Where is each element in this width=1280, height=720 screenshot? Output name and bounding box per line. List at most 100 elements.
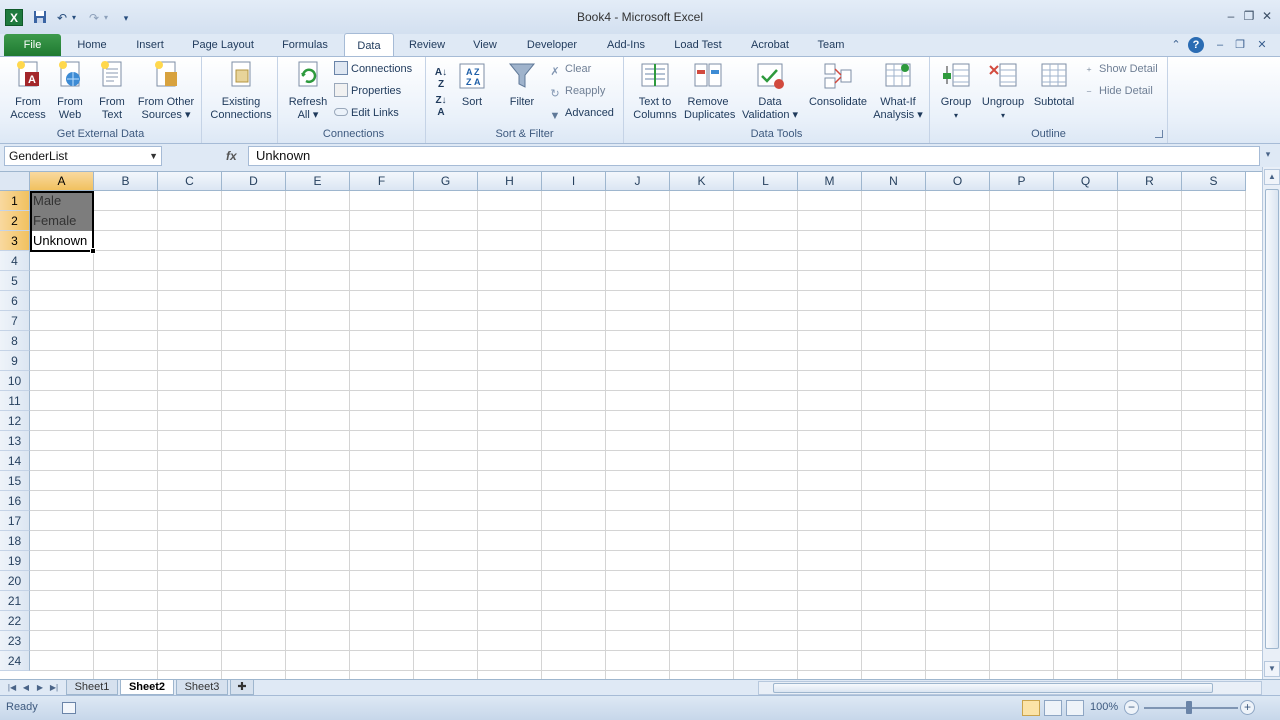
- from-web-button[interactable]: From Web: [50, 60, 90, 122]
- tab-review[interactable]: Review: [402, 34, 452, 56]
- horizontal-scroll-thumb[interactable]: [773, 683, 1213, 693]
- row-header-3[interactable]: 3: [0, 231, 30, 251]
- column-header-p[interactable]: P: [990, 172, 1054, 191]
- column-header-g[interactable]: G: [414, 172, 478, 191]
- group-button[interactable]: Group ▾: [934, 60, 978, 122]
- column-header-d[interactable]: D: [222, 172, 286, 191]
- tab-page-layout[interactable]: Page Layout: [186, 34, 260, 56]
- column-header-b[interactable]: B: [94, 172, 158, 191]
- column-header-i[interactable]: I: [542, 172, 606, 191]
- show-detail-button[interactable]: ⁺ Show Detail: [1082, 60, 1158, 78]
- refresh-all-button[interactable]: Refresh All ▾: [284, 60, 332, 122]
- subtotal-button[interactable]: Subtotal: [1030, 60, 1078, 109]
- sort-z-a-button[interactable]: Z↓ A: [430, 95, 452, 119]
- tab-formulas[interactable]: Formulas: [272, 34, 338, 56]
- row-header-5[interactable]: 5: [0, 271, 30, 291]
- minimize-ribbon-icon[interactable]: ⌃: [1168, 37, 1184, 53]
- row-header-19[interactable]: 19: [0, 551, 30, 571]
- insert-function-icon[interactable]: fx: [226, 146, 246, 166]
- macro-record-icon[interactable]: [62, 702, 76, 714]
- prev-sheet-icon[interactable]: ◀: [20, 681, 32, 694]
- column-header-r[interactable]: R: [1118, 172, 1182, 191]
- cell-a2[interactable]: Female: [30, 211, 94, 231]
- row-header-8[interactable]: 8: [0, 331, 30, 351]
- row-header-23[interactable]: 23: [0, 631, 30, 651]
- row-header-1[interactable]: 1: [0, 191, 30, 211]
- normal-view-icon[interactable]: [1022, 700, 1040, 716]
- filter-button[interactable]: Filter: [504, 60, 540, 109]
- column-header-m[interactable]: M: [798, 172, 862, 191]
- row-header-4[interactable]: 4: [0, 251, 30, 271]
- ungroup-button[interactable]: Ungroup ▾: [978, 60, 1028, 122]
- hide-detail-button[interactable]: ⁻ Hide Detail: [1082, 82, 1153, 100]
- connections-button[interactable]: Connections: [334, 60, 412, 78]
- consolidate-button[interactable]: Consolidate: [804, 60, 872, 109]
- minimize-icon[interactable]: –: [1222, 8, 1240, 24]
- row-header-18[interactable]: 18: [0, 531, 30, 551]
- close-icon[interactable]: ✕: [1258, 8, 1276, 24]
- tab-acrobat[interactable]: Acrobat: [742, 34, 798, 56]
- fill-handle[interactable]: [90, 248, 96, 254]
- tab-view[interactable]: View: [464, 34, 506, 56]
- zoom-out-icon[interactable]: −: [1124, 700, 1139, 715]
- column-header-s[interactable]: S: [1182, 172, 1246, 191]
- name-box[interactable]: GenderList ▼: [4, 146, 162, 166]
- outline-dialog-launcher-icon[interactable]: [1155, 130, 1163, 138]
- row-header-21[interactable]: 21: [0, 591, 30, 611]
- cell-a3[interactable]: Unknown: [30, 231, 94, 251]
- reapply-button[interactable]: ↻ Reapply: [548, 82, 605, 100]
- column-header-j[interactable]: J: [606, 172, 670, 191]
- tab-file[interactable]: File: [4, 34, 61, 56]
- tab-insert[interactable]: Insert: [126, 34, 174, 56]
- row-header-10[interactable]: 10: [0, 371, 30, 391]
- doc-restore-icon[interactable]: ❐: [1232, 37, 1248, 53]
- tab-add-ins[interactable]: Add-Ins: [598, 34, 654, 56]
- doc-minimize-icon[interactable]: –: [1212, 37, 1228, 53]
- insert-sheet-icon[interactable]: ✚: [230, 680, 254, 695]
- row-header-14[interactable]: 14: [0, 451, 30, 471]
- formula-input[interactable]: Unknown: [248, 146, 1260, 166]
- select-all-corner[interactable]: [0, 172, 30, 191]
- row-header-7[interactable]: 7: [0, 311, 30, 331]
- from-access-button[interactable]: A From Access: [4, 60, 52, 122]
- name-box-dropdown-icon[interactable]: ▼: [149, 147, 158, 165]
- sheet-tab-sheet2[interactable]: Sheet2: [120, 680, 174, 695]
- row-header-6[interactable]: 6: [0, 291, 30, 311]
- column-header-c[interactable]: C: [158, 172, 222, 191]
- restore-icon[interactable]: ❐: [1240, 8, 1258, 24]
- advanced-button[interactable]: ▼ Advanced: [548, 104, 614, 122]
- zoom-in-icon[interactable]: +: [1240, 700, 1255, 715]
- horizontal-scrollbar[interactable]: [758, 681, 1262, 695]
- what-if-analysis-button[interactable]: What-If Analysis ▾: [870, 60, 926, 122]
- tab-home[interactable]: Home: [70, 34, 114, 56]
- sort-a-z-button[interactable]: A↓ Z: [430, 67, 452, 91]
- tab-developer[interactable]: Developer: [518, 34, 586, 56]
- existing-connections-button[interactable]: Existing Connections: [206, 60, 276, 122]
- text-to-columns-button[interactable]: Text to Columns: [626, 60, 684, 122]
- column-header-q[interactable]: Q: [1054, 172, 1118, 191]
- cells-area[interactable]: Male Female Unknown: [30, 191, 1262, 679]
- page-break-view-icon[interactable]: [1066, 700, 1084, 716]
- help-icon[interactable]: ?: [1188, 37, 1204, 53]
- remove-duplicates-button[interactable]: Remove Duplicates: [684, 60, 735, 122]
- row-header-24[interactable]: 24: [0, 651, 30, 671]
- row-header-20[interactable]: 20: [0, 571, 30, 591]
- clear-button[interactable]: ✗ Clear: [548, 60, 591, 78]
- row-header-9[interactable]: 9: [0, 351, 30, 371]
- column-header-l[interactable]: L: [734, 172, 798, 191]
- tab-data[interactable]: Data: [344, 33, 394, 57]
- column-header-a[interactable]: A: [30, 172, 94, 191]
- row-header-12[interactable]: 12: [0, 411, 30, 431]
- tab-load-test[interactable]: Load Test: [666, 34, 730, 56]
- doc-close-icon[interactable]: ✕: [1254, 37, 1270, 53]
- sort-button[interactable]: AZZA Sort: [454, 60, 490, 109]
- sheet-tab-sheet1[interactable]: Sheet1: [66, 680, 118, 695]
- data-validation-button[interactable]: Data Validation ▾: [736, 60, 804, 122]
- vertical-scroll-thumb[interactable]: [1265, 189, 1279, 649]
- last-sheet-icon[interactable]: ▶|: [48, 681, 60, 694]
- zoom-level[interactable]: 100%: [1090, 701, 1118, 713]
- from-text-button[interactable]: From Text: [92, 60, 132, 122]
- from-other-sources-button[interactable]: From Other Sources ▾: [134, 60, 198, 122]
- expand-formula-bar-icon[interactable]: ▾: [1261, 149, 1275, 163]
- page-layout-view-icon[interactable]: [1044, 700, 1062, 716]
